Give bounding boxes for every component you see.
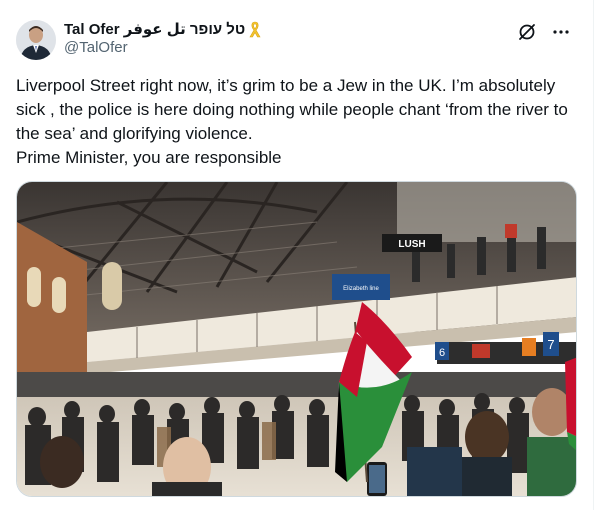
tweet-text: Liverpool Street right now, it’s grim to… [16,76,568,167]
tweet-card: Tal Ofer טל עופר تل عوفر @TalOfer Liverp… [0,0,594,510]
lush-sign: LUSH [398,239,425,250]
author-handle[interactable]: @TalOfer [64,39,128,56]
platform-sign: Elizabeth line [343,286,379,292]
avatar[interactable] [16,20,56,60]
yellow-ribbon-icon [248,20,262,38]
grok-icon[interactable] [517,22,537,42]
tweet-media[interactable]: LUSH Elizabeth line 6 7 [16,181,577,497]
platform-number-7: 7 [547,337,554,352]
header-actions [517,22,571,42]
more-icon[interactable] [551,22,571,42]
author-name-row[interactable]: Tal Ofer טל עופר تل عوفر [64,19,262,39]
author-display-name[interactable]: Tal Ofer טל עופר تل عوفر [64,20,245,38]
platform-number-6: 6 [439,347,445,359]
